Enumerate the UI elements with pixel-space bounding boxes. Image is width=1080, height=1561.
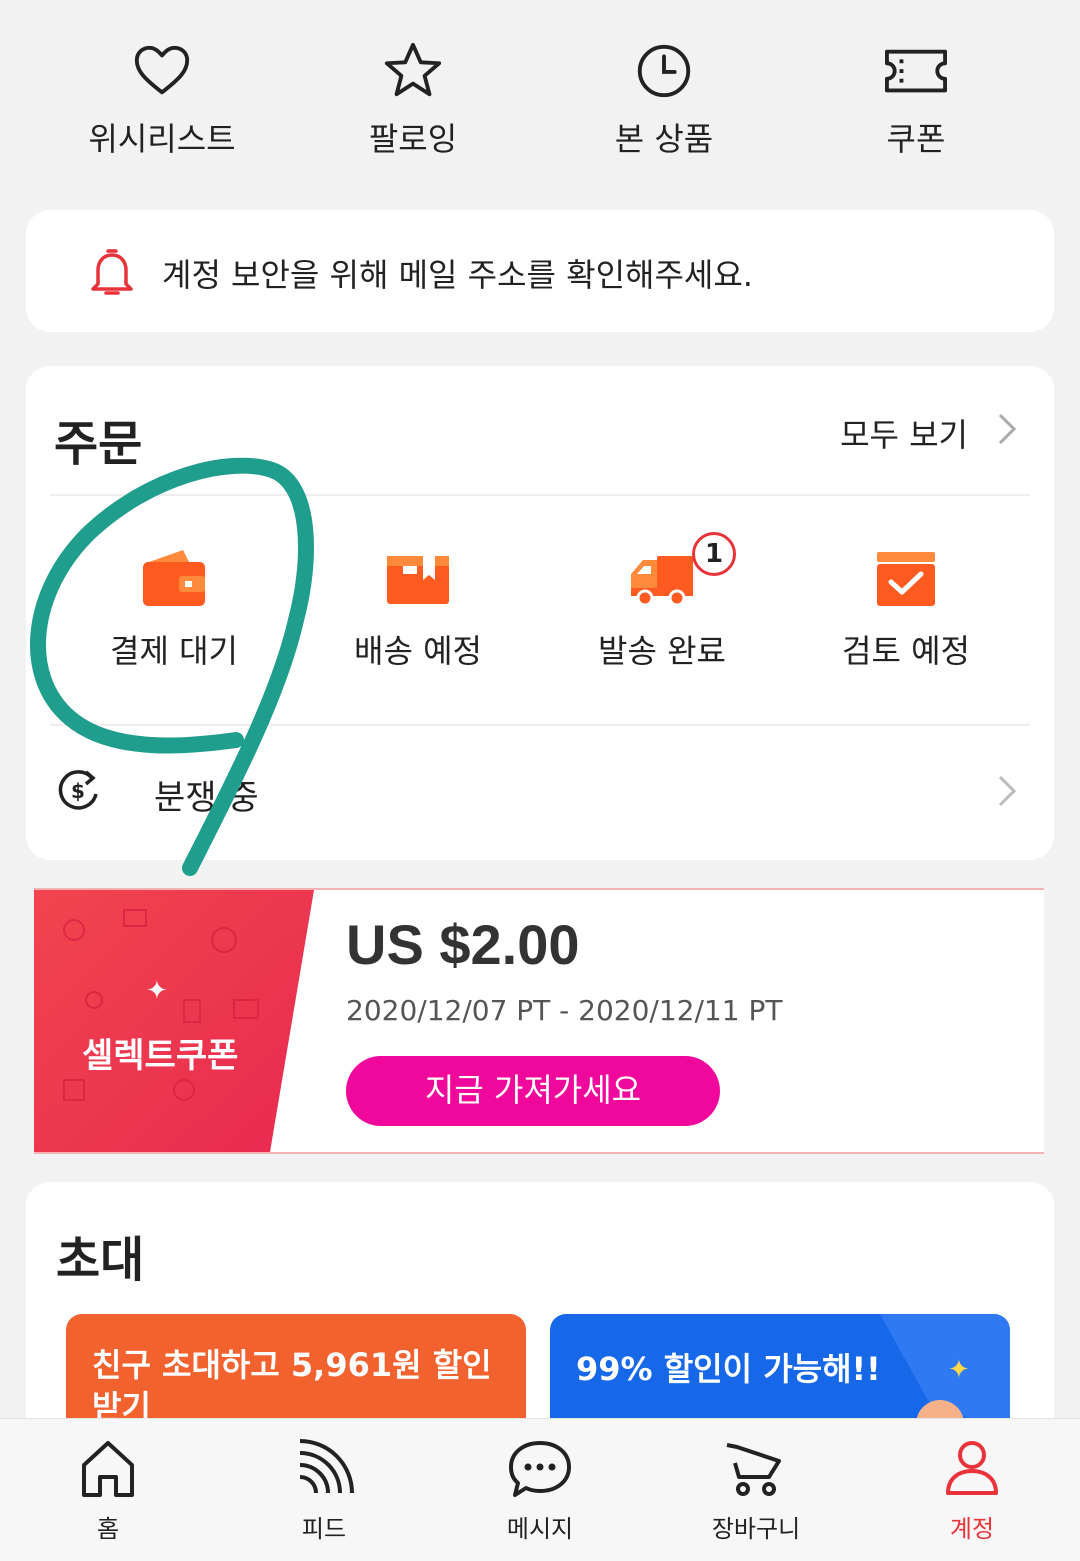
wishlist-label: 위시리스트 xyxy=(88,120,236,158)
svg-text:$: $ xyxy=(71,779,85,803)
nav-cart[interactable]: 장바구니 xyxy=(676,1437,836,1544)
truck-icon xyxy=(631,556,693,607)
notice-text: 계정 보안을 위해 메일 주소를 확인해주세요. xyxy=(162,256,753,294)
to-review-label: 검토 예정 xyxy=(842,632,970,670)
nav-cart-label: 장바구니 xyxy=(711,1515,801,1543)
chevron-right-icon[interactable] xyxy=(996,412,1018,446)
nav-account[interactable]: 계정 xyxy=(892,1437,1052,1544)
coupons-label: 쿠폰 xyxy=(886,120,946,158)
email-verify-notice[interactable]: 계정 보안을 위해 메일 주소를 확인해주세요. xyxy=(26,210,1054,332)
wallet-icon xyxy=(143,550,205,606)
invite-title: 초대 xyxy=(56,1232,145,1288)
shipped-label: 발송 완료 xyxy=(598,632,726,670)
coupon-tag-panel: ✦ 셀렉트쿠폰 xyxy=(34,890,316,1152)
divider xyxy=(50,724,1030,726)
chevron-right-icon[interactable] xyxy=(996,774,1018,808)
quick-links-bar: 위시리스트 팔로잉 본 상품 쿠폰 xyxy=(0,0,1080,190)
discount-banner-text: 99% 할인이 가능해!! xyxy=(576,1350,881,1388)
coupon-amount: US $2.00 xyxy=(346,913,580,976)
nav-feed[interactable]: 피드 xyxy=(244,1437,404,1544)
divider xyxy=(50,494,1030,496)
order-status-shipped[interactable]: 1 발송 완료 xyxy=(542,532,782,672)
nav-account-label: 계정 xyxy=(949,1515,995,1543)
order-status-to-review[interactable]: 검토 예정 xyxy=(786,546,1026,672)
nav-messages-label: 메시지 xyxy=(506,1515,574,1543)
ticket-icon xyxy=(885,49,947,93)
following-link[interactable]: 팔로잉 xyxy=(313,40,513,160)
select-coupon-banner[interactable]: ✦ 셀렉트쿠폰 US $2.00 2020/12/07 PT - 2020/12… xyxy=(34,888,1044,1154)
review-icon xyxy=(877,552,935,606)
wishlist-link[interactable]: 위시리스트 xyxy=(62,40,262,160)
message-icon xyxy=(509,1441,571,1497)
account-icon xyxy=(946,1441,998,1495)
cart-icon xyxy=(726,1443,781,1496)
nav-home-label: 홈 xyxy=(96,1515,120,1543)
sparkle-icon: ✦ xyxy=(146,976,168,1006)
nav-home[interactable]: 홈 xyxy=(28,1437,188,1544)
recently-viewed-link[interactable]: 본 상품 xyxy=(564,40,764,160)
order-status-to-ship[interactable]: 배송 예정 xyxy=(298,546,538,672)
bell-icon xyxy=(91,249,133,295)
coupon-panel-background xyxy=(34,890,314,1152)
coupon-tag-label: 셀렉트쿠폰 xyxy=(82,1036,239,1076)
to-ship-label: 배송 예정 xyxy=(354,632,482,670)
order-status-awaiting-payment[interactable]: 결제 대기 xyxy=(54,546,294,672)
star-icon xyxy=(384,42,442,97)
heart-icon xyxy=(134,45,190,95)
view-all-link[interactable]: 모두 보기 xyxy=(840,410,968,456)
nav-feed-label: 피드 xyxy=(301,1515,347,1543)
orders-title: 주문 xyxy=(54,416,143,472)
recently-viewed-label: 본 상품 xyxy=(614,120,714,158)
home-icon xyxy=(82,1441,134,1497)
bottom-navigation: 홈 피드 메시지 장바구니 계정 xyxy=(0,1418,1080,1561)
coupons-link[interactable]: 쿠폰 xyxy=(816,40,1016,160)
following-label: 팔로잉 xyxy=(368,120,458,158)
nav-messages[interactable]: 메시지 xyxy=(460,1437,620,1544)
awaiting-payment-label: 결제 대기 xyxy=(110,632,238,670)
svg-text:✦: ✦ xyxy=(948,1355,970,1385)
box-icon xyxy=(387,556,449,604)
dollar-refresh-icon: $ xyxy=(58,770,98,810)
shipped-count-badge: 1 xyxy=(692,532,736,576)
dispute-label: 분쟁 중 xyxy=(154,778,259,818)
orders-card: 주문 모두 보기 결제 대기 배송 예정 1 발송 완료 검토 예정 $ 분쟁 … xyxy=(26,366,1054,860)
invite-friends-text: 친구 초대하고 5,961원 할인 받기 xyxy=(92,1346,492,1426)
clock-icon xyxy=(637,44,691,98)
claim-coupon-button[interactable]: 지금 가져가세요 xyxy=(346,1056,720,1126)
coupon-dates: 2020/12/07 PT - 2020/12/11 PT xyxy=(346,994,783,1027)
feed-icon xyxy=(299,1439,354,1494)
